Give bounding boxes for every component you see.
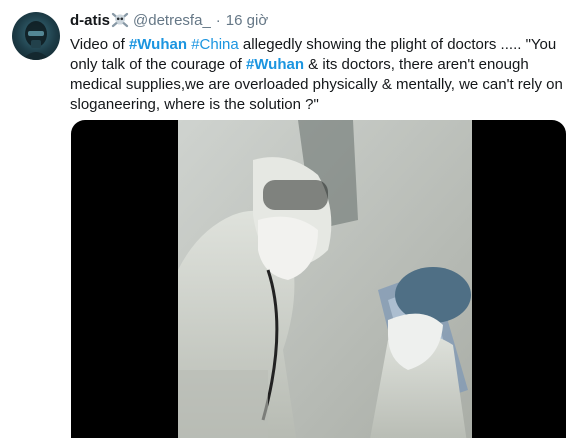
tweet-text-segment: Video of — [70, 36, 129, 53]
video-media[interactable] — [71, 120, 566, 438]
avatar-image — [22, 21, 50, 60]
hashtag-china[interactable]: #China — [191, 36, 239, 53]
tweet-header: d-atis @detresfa_ · 16 giờ — [70, 10, 268, 30]
user-handle[interactable]: @detresfa_ — [133, 12, 211, 29]
avatar[interactable] — [12, 12, 60, 60]
tweet-timestamp[interactable]: 16 giờ — [226, 12, 268, 29]
hashtag-wuhan[interactable]: #Wuhan — [129, 36, 187, 53]
video-frame — [178, 120, 472, 438]
header-separator: · — [215, 11, 221, 29]
display-name[interactable]: d-atis — [70, 12, 110, 29]
skull-crossbones-icon — [111, 12, 129, 28]
tweet[interactable]: d-atis @detresfa_ · 16 giờ Video of #Wuh… — [0, 0, 571, 438]
hashtag-wuhan[interactable]: #Wuhan — [246, 56, 304, 73]
tweet-text: Video of #Wuhan #China allegedly showing… — [70, 35, 565, 115]
